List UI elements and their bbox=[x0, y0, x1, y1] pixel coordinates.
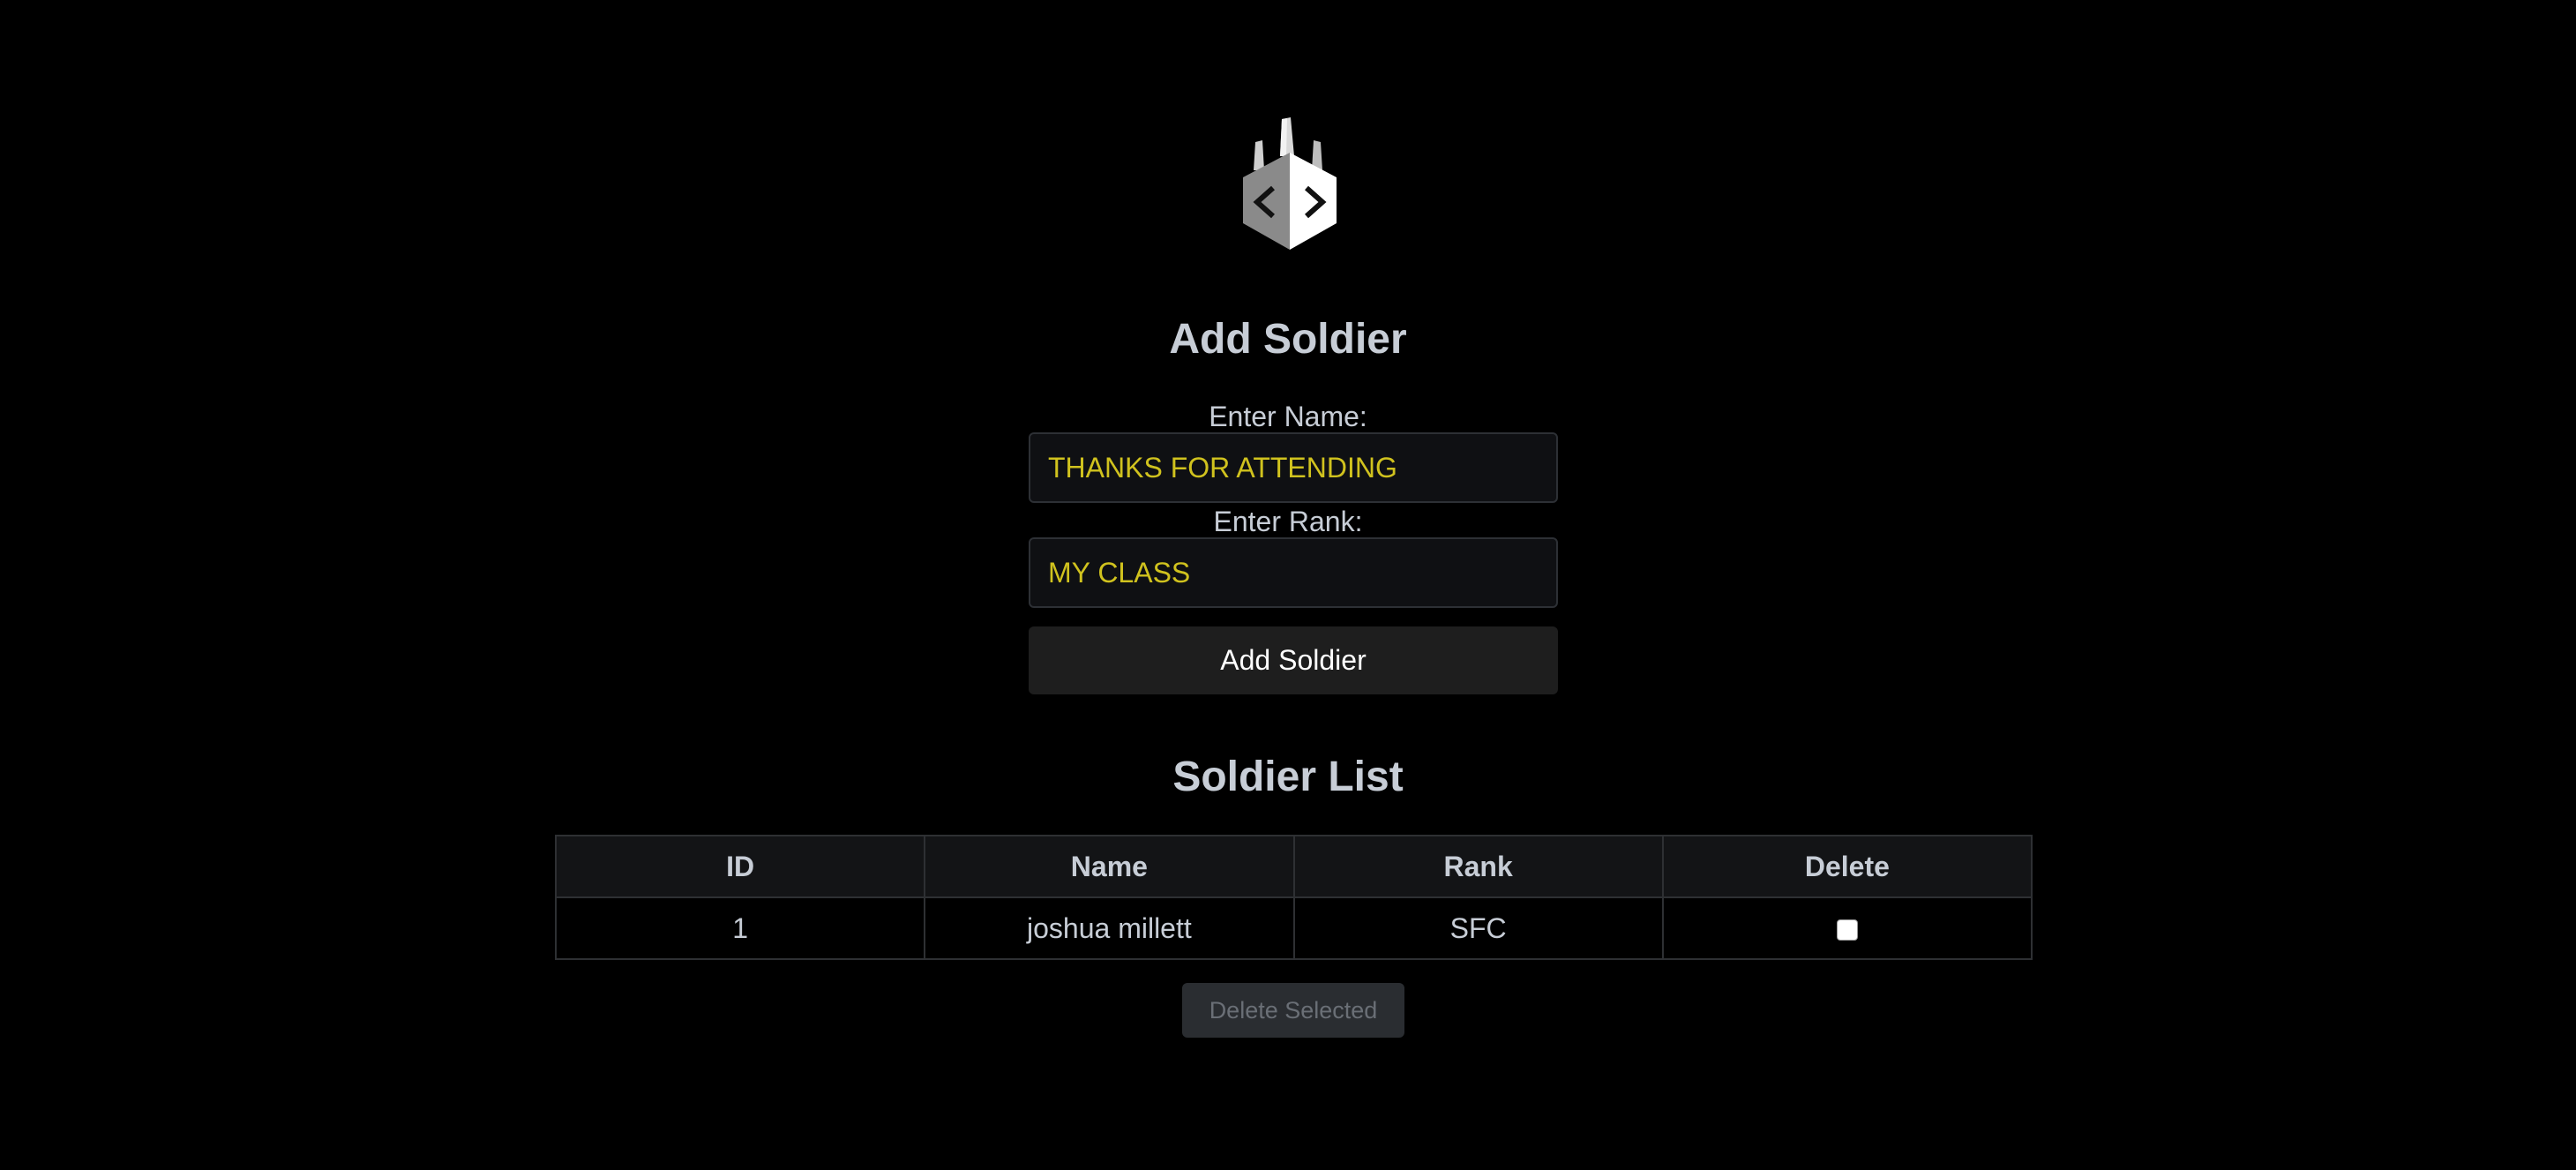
name-input[interactable] bbox=[1029, 432, 1558, 503]
code-brackets-logo-icon bbox=[1243, 117, 1337, 250]
add-soldier-heading: Add Soldier bbox=[1169, 316, 1407, 363]
column-header-name: Name bbox=[924, 835, 1295, 898]
column-header-delete: Delete bbox=[1661, 835, 2033, 898]
rank-input[interactable] bbox=[1029, 537, 1558, 608]
rank-label: Enter Rank: bbox=[1213, 506, 1363, 537]
table-row: 1 joshua millett SFC bbox=[554, 896, 2033, 960]
soldier-list-heading: Soldier List bbox=[1172, 754, 1404, 800]
delete-checkbox[interactable] bbox=[1836, 919, 1858, 941]
delete-selected-button[interactable]: Delete Selected bbox=[1182, 983, 1404, 1038]
soldier-table: ID Name Rank Delete 1 joshua millett SFC bbox=[554, 835, 2033, 960]
cell-name: joshua millett bbox=[924, 896, 1295, 960]
name-label: Enter Name: bbox=[1209, 401, 1367, 432]
add-soldier-button[interactable]: Add Soldier bbox=[1029, 626, 1558, 694]
table-header-row: ID Name Rank Delete bbox=[554, 835, 2033, 898]
cell-rank: SFC bbox=[1292, 896, 1664, 960]
cell-delete bbox=[1661, 896, 2033, 960]
cell-id: 1 bbox=[554, 896, 926, 960]
column-header-id: ID bbox=[554, 835, 926, 898]
column-header-rank: Rank bbox=[1292, 835, 1664, 898]
page: Add Soldier Enter Name: Enter Rank: Add … bbox=[0, 0, 2576, 1170]
